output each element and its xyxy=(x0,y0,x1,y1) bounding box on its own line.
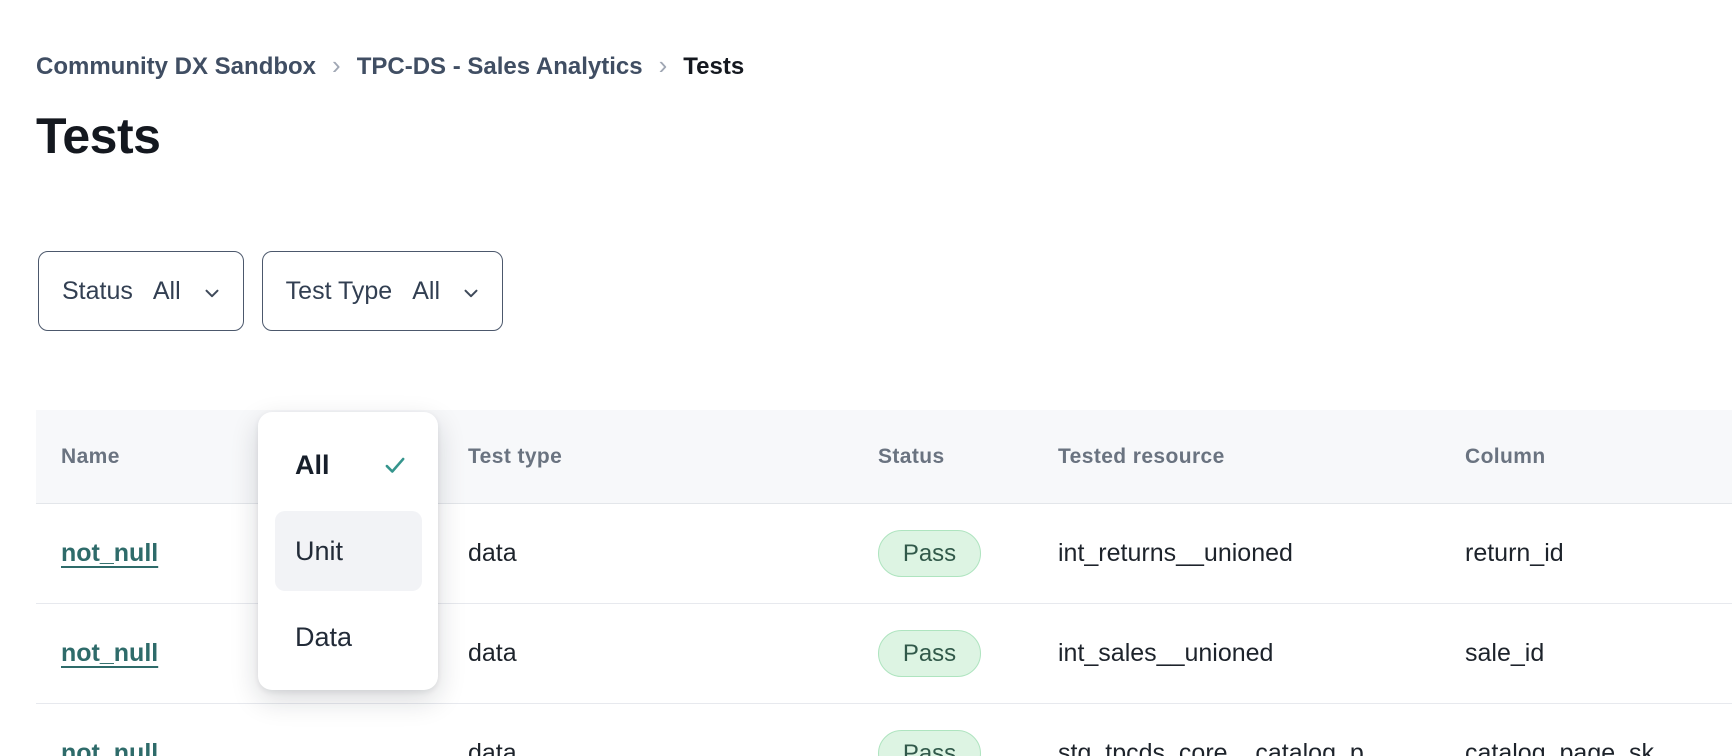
menu-item-unit[interactable]: Unit xyxy=(258,508,438,594)
test-name-link[interactable]: not_null xyxy=(61,639,158,667)
test-type-filter-button[interactable]: Test Type All xyxy=(262,251,503,331)
breadcrumb-separator-icon: › xyxy=(659,52,668,81)
test-type-dropdown-menu: All Unit Data xyxy=(258,412,438,690)
column-header-test-type: Test type xyxy=(468,445,878,469)
test-type-filter-label: Test Type xyxy=(286,277,393,306)
status-badge: Pass xyxy=(878,730,981,756)
breadcrumb-item-tests: Tests xyxy=(683,53,744,81)
tested-resource-cell: int_returns__unioned xyxy=(1058,539,1465,568)
status-badge: Pass xyxy=(878,530,981,577)
column-cell: catalog_page_sk xyxy=(1465,739,1732,756)
status-badge: Pass xyxy=(878,630,981,677)
column-header-status: Status xyxy=(878,445,1058,469)
test-name-link[interactable]: not_null xyxy=(61,539,158,567)
column-header-tested-resource: Tested resource xyxy=(1058,445,1465,469)
column-cell: sale_id xyxy=(1465,639,1732,668)
breadcrumb-separator-icon: › xyxy=(332,52,341,81)
menu-item-unit-label: Unit xyxy=(295,536,408,567)
tested-resource-cell: stg_tpcds_core__catalog_p… xyxy=(1058,739,1465,756)
menu-item-all[interactable]: All xyxy=(258,422,438,508)
test-type-filter-value: All xyxy=(412,277,440,306)
column-header-column: Column xyxy=(1465,445,1732,469)
status-filter-value: All xyxy=(153,277,181,306)
test-name-link[interactable]: not_null xyxy=(61,739,158,756)
breadcrumb-item-environment[interactable]: TPC-DS - Sales Analytics xyxy=(357,53,643,81)
test-type-cell: data xyxy=(468,539,878,568)
breadcrumb: Community DX Sandbox › TPC-DS - Sales An… xyxy=(36,52,1732,81)
check-icon xyxy=(382,452,408,478)
breadcrumb-item-project[interactable]: Community DX Sandbox xyxy=(36,53,316,81)
table-row: not_null data Pass stg_tpcds_core__catal… xyxy=(36,704,1732,756)
test-type-cell: data xyxy=(468,739,878,756)
tested-resource-cell: int_sales__unioned xyxy=(1058,639,1465,668)
test-type-cell: data xyxy=(468,639,878,668)
filters-bar: Status All Test Type All xyxy=(38,251,1732,331)
tests-page: Community DX Sandbox › TPC-DS - Sales An… xyxy=(0,52,1732,756)
status-filter-label: Status xyxy=(62,277,133,306)
menu-item-data-label: Data xyxy=(295,622,408,653)
page-title: Tests xyxy=(36,107,1732,165)
chevron-down-icon xyxy=(201,282,223,304)
menu-item-data[interactable]: Data xyxy=(258,594,438,680)
column-cell: return_id xyxy=(1465,539,1732,568)
menu-item-all-label: All xyxy=(295,450,382,481)
chevron-down-icon xyxy=(460,282,482,304)
status-filter-button[interactable]: Status All xyxy=(38,251,244,331)
